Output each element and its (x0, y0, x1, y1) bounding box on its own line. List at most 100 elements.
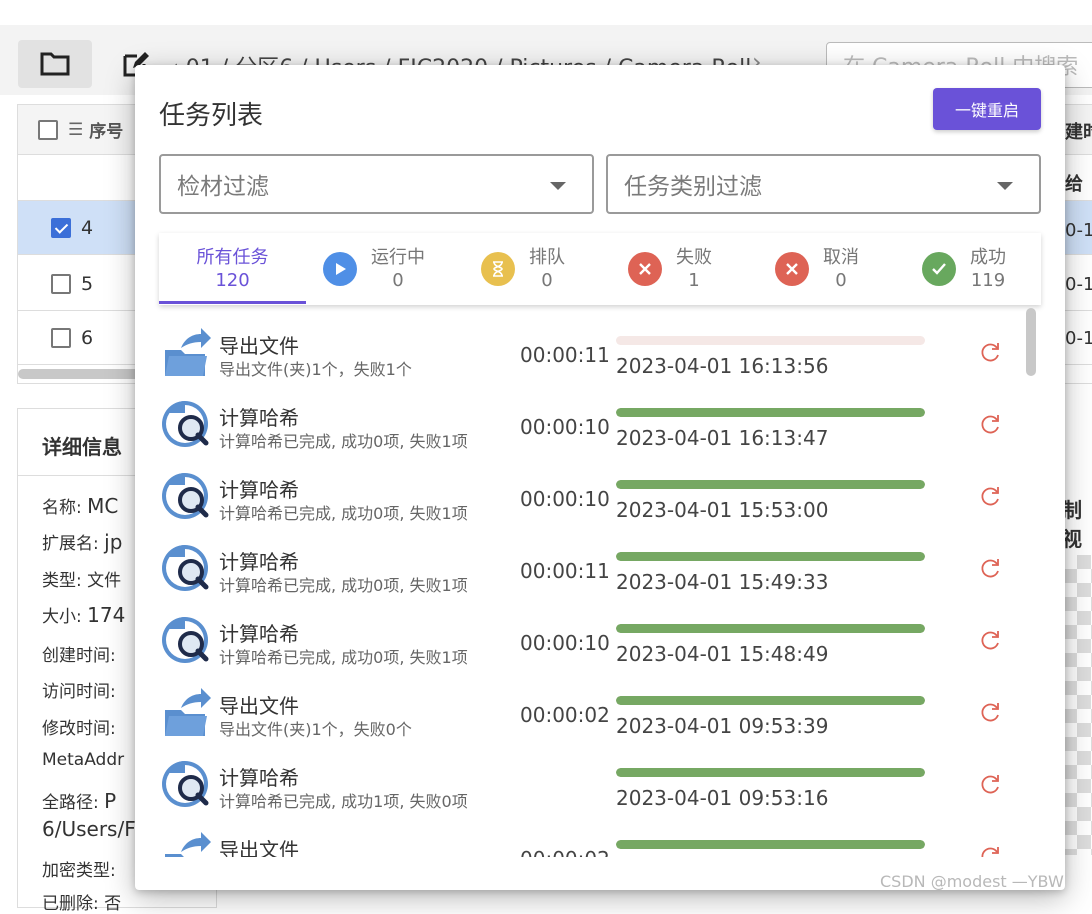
progress-fill (616, 696, 925, 705)
task-time: 2023-04-01 15:48:49 (616, 642, 829, 666)
progress-bar (616, 768, 925, 777)
task-type-filter-placeholder: 任务类别过滤 (624, 174, 762, 200)
task-description: 计算哈希已完成, 成功0项, 失败1项 (219, 504, 468, 523)
task-name: 计算哈希 (219, 550, 299, 574)
retry-icon[interactable] (978, 772, 1002, 796)
success-icon (922, 252, 956, 286)
table-cell: 0-1 (1065, 220, 1092, 241)
retry-icon[interactable] (978, 844, 1002, 857)
row-index: 4 (81, 216, 94, 239)
retry-icon[interactable] (978, 700, 1002, 724)
task-row[interactable]: 计算哈希 计算哈希已完成, 成功0项, 失败1项 00:00:11 2023-04-0… (159, 528, 1019, 600)
task-time: 2023-04-01 16:13:47 (616, 426, 829, 450)
retry-icon[interactable] (978, 556, 1002, 580)
task-time: 2023-04-01 09:53:39 (616, 714, 829, 738)
column-header-index[interactable]: 序号 (89, 117, 123, 142)
select-all-checkbox[interactable] (38, 119, 58, 140)
caret-down-icon (997, 182, 1013, 190)
hourglass-icon (481, 252, 515, 286)
detail-field: 全路径: P (42, 789, 117, 813)
material-filter-placeholder: 检材过滤 (177, 174, 269, 200)
task-time: 2023-04-01 09:53:16 (616, 786, 829, 810)
task-description: 计算哈希已完成, 成功1项, 失败0项 (219, 792, 468, 811)
detail-title: 详细信息 (42, 435, 122, 459)
tab-queued[interactable]: 排队 0 (481, 233, 565, 305)
task-row[interactable]: 导出文件 导出文件(夹)1个，失败1个 00:00:11 2023-04-01 16:… (159, 312, 1019, 384)
image-preview (1063, 555, 1092, 855)
progress-fill (616, 480, 925, 489)
progress-fill (616, 840, 925, 849)
task-duration: 00:00:02 (520, 703, 610, 727)
detail-field: 大小: 174 (42, 603, 126, 627)
task-time: 2023-04-01 15:53:00 (616, 498, 829, 522)
task-duration: 00:00:10 (520, 487, 610, 511)
retry-icon[interactable] (978, 412, 1002, 436)
tab-cancelled[interactable]: 取消 0 (775, 233, 859, 305)
detail-field: 名称: MC (42, 494, 119, 518)
export-file-icon (161, 686, 211, 738)
restart-all-button[interactable]: 一键重启 (933, 88, 1041, 130)
hash-icon (161, 758, 211, 810)
detail-field: 创建时间: (42, 646, 116, 666)
list-icon: ☰ (68, 119, 84, 140)
retry-icon[interactable] (978, 628, 1002, 652)
task-row[interactable]: 计算哈希 计算哈希已完成, 成功0项, 失败1项 00:00:10 2023-04-0… (159, 384, 1019, 456)
progress-fill (616, 624, 925, 633)
task-duration: 00:00:02 (520, 847, 610, 857)
task-row[interactable]: 计算哈希计算哈希已完成, 成功0项, 失败1项 00:00:10 2023-04-0… (159, 456, 1019, 528)
detail-field: 加密类型: (42, 861, 116, 881)
progress-bar (616, 480, 925, 489)
task-name: 计算哈希 (219, 478, 299, 502)
retry-icon[interactable] (978, 340, 1002, 364)
filter-cell: 给 (1065, 174, 1083, 195)
task-list: 导出文件 导出文件(夹)1个，失败1个 00:00:11 2023-04-01 16:… (159, 312, 1019, 857)
progress-bar (616, 624, 925, 633)
task-row[interactable]: 导出文件 00:00:02 (159, 816, 1019, 857)
active-tab-indicator (159, 301, 306, 304)
task-duration: 00:00:10 (520, 631, 610, 655)
tab-failed[interactable]: 失败 1 (628, 233, 712, 305)
row-checkbox[interactable] (51, 273, 71, 294)
row-index: 6 (81, 326, 94, 349)
task-row[interactable]: 计算哈希 计算哈希已完成, 成功1项, 失败0项 2023-04-01 09:53:… (159, 744, 1019, 816)
export-file-icon (161, 326, 211, 378)
task-type-filter-select[interactable]: 任务类别过滤 (606, 154, 1041, 214)
tab-success[interactable]: 成功 119 (922, 233, 1006, 305)
detail-field: 已删除: 否 (42, 894, 122, 914)
task-description: 计算哈希已完成, 成功0项, 失败1项 (219, 432, 468, 451)
task-row[interactable]: 计算哈希 计算哈希已完成, 成功0项, 失败1项 00:00:10 2023-04-0… (159, 600, 1019, 672)
column-header-created[interactable]: 建时 (1065, 118, 1092, 144)
material-filter-select[interactable]: 检材过滤 (159, 154, 594, 214)
caret-down-icon (550, 182, 566, 190)
progress-fill (616, 408, 925, 417)
watermark: CSDN @modest —YBW (880, 872, 1064, 891)
task-name: 导出文件 (219, 334, 299, 358)
dialog-title: 任务列表 (159, 101, 264, 131)
detail-field: 扩展名: jp (42, 530, 123, 554)
detail-field: 修改时间: (42, 719, 116, 739)
progress-fill (616, 768, 925, 777)
progress-bar (616, 552, 925, 561)
task-time: 2023-04-01 15:49:33 (616, 570, 829, 594)
task-time: 2023-04-01 16:13:56 (616, 354, 829, 378)
progress-bar (616, 696, 925, 705)
play-icon (323, 252, 357, 286)
progress-fill (616, 552, 925, 561)
tab-all[interactable]: 所有任务 120 (159, 233, 306, 305)
retry-icon[interactable] (978, 484, 1002, 508)
folder-icon (40, 52, 70, 76)
status-tabs: 所有任务 120 运行中 0 排队 0 失败 1 取消 0 成功 119 (159, 233, 1041, 305)
detail-field: 6/Users/F (42, 817, 136, 841)
task-name: 计算哈希 (219, 406, 299, 430)
detail-field: 类型: 文件 (42, 571, 122, 591)
tab-running[interactable]: 运行中 0 (323, 233, 425, 305)
vertical-scrollbar[interactable] (1026, 308, 1036, 376)
task-row[interactable]: 导出文件 导出文件(夹)1个，失败0个 00:00:02 2023-04-01 09:… (159, 672, 1019, 744)
folder-button[interactable] (18, 40, 92, 88)
progress-bar (616, 336, 925, 345)
task-duration: 00:00:11 (520, 559, 610, 583)
progress-bar (616, 408, 925, 417)
row-checkbox[interactable] (51, 327, 71, 348)
row-checkbox[interactable] (51, 217, 71, 238)
task-name: 导出文件 (219, 838, 299, 857)
